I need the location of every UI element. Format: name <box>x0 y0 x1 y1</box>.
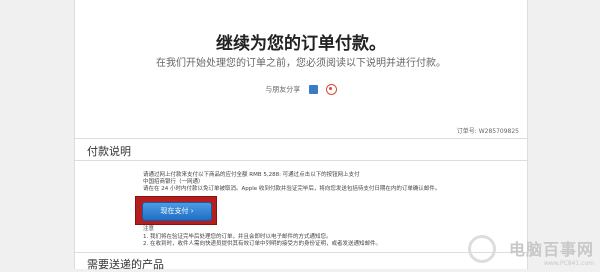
payment-section-title: 付款说明 <box>87 145 131 158</box>
divider <box>75 138 527 139</box>
pay-now-button[interactable]: 现在支付 › <box>142 202 212 221</box>
checkout-page: 继续为您的订单付款。 在我们开始处理您的订单之前，您必须阅读以下说明并进行付款。… <box>74 0 528 271</box>
divider <box>75 252 527 253</box>
payment-deadline-note: 请在在 24 小时内付款以免订单被取消。Apple 收到付款并验证完毕后，将向您… <box>143 186 441 192</box>
note-item: 1. 我们将在验证完毕后处理您的订单，并且会即时以电子邮件的方式通知您。 <box>143 234 332 240</box>
share-bar: 与朋友分享 <box>75 84 527 95</box>
weibo-icon[interactable] <box>325 84 337 95</box>
mail-icon[interactable] <box>308 85 318 94</box>
pay-button-highlight: 现在支付 › <box>135 196 217 225</box>
page-title: 继续为您的订单付款。 <box>216 34 386 54</box>
watermark-logo-icon <box>468 235 496 263</box>
watermark-brand: 电脑百事网 <box>508 240 594 259</box>
bank-name: 中国招商银行（一网通） <box>143 179 204 185</box>
payment-instruction: 请通过网上付款来支付以下商品的应付全额 RMB 5,288: 可通过点击以下的按… <box>143 172 360 178</box>
note-title: 注意 <box>143 226 155 232</box>
items-section-title: 需要送递的产品 <box>87 258 164 271</box>
watermark: 电脑百事网 www.PC841.com <box>509 236 594 267</box>
divider <box>75 160 527 161</box>
watermark-url: www.PC841.com <box>543 260 594 267</box>
page-subtitle: 在我们开始处理您的订单之前，您必须阅读以下说明并进行付款。 <box>156 58 446 69</box>
order-number: 订单号: W285709825 <box>456 128 519 135</box>
share-label: 与朋友分享 <box>265 85 301 94</box>
note-item: 2. 在收到时，收件人需向快递员提供其有效订单中列明的接受方的身份证明，或者发送… <box>143 241 381 247</box>
